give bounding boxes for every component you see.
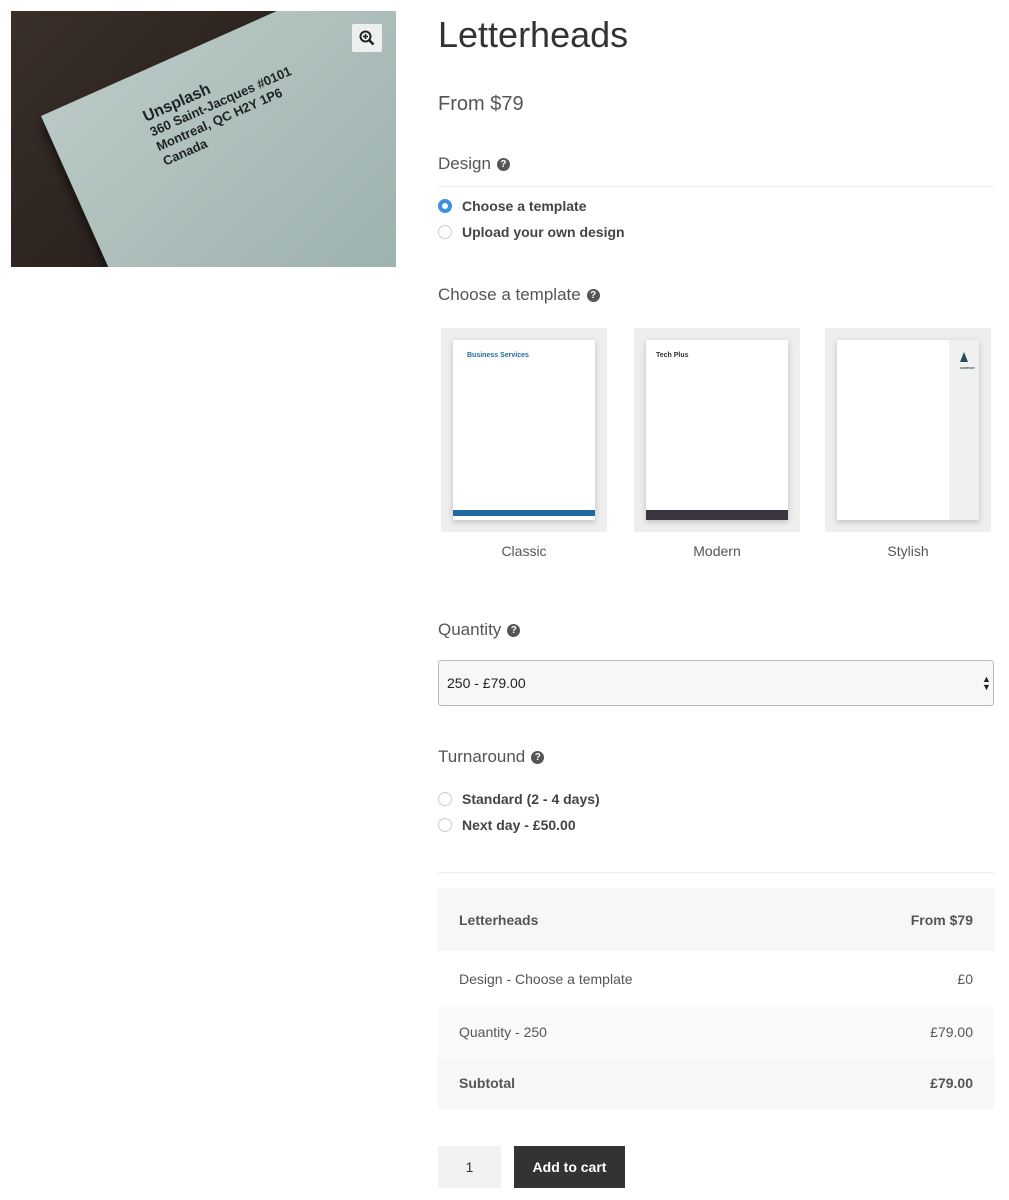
radio[interactable] xyxy=(438,225,452,239)
help-icon[interactable]: ? xyxy=(531,750,545,764)
template-footer-bar xyxy=(646,510,788,520)
radio-checked[interactable] xyxy=(438,199,452,213)
design-label: Design? xyxy=(438,154,510,174)
help-icon[interactable]: ? xyxy=(496,157,510,171)
price-summary: Letterheads From $79 Design - Choose a te… xyxy=(438,888,994,1109)
template-modern[interactable]: Tech Plus xyxy=(634,328,800,532)
template-name[interactable]: Modern xyxy=(634,543,800,559)
summary-row: Letterheads From $79 xyxy=(438,888,994,951)
design-option-upload[interactable]: Upload your own design xyxy=(438,224,625,240)
divider xyxy=(438,186,994,187)
turnaround-option-nextday[interactable]: Next day - £50.00 xyxy=(438,817,576,833)
summary-row: Design - Choose a template £0 xyxy=(459,971,973,987)
template-label: Choose a template? xyxy=(438,285,600,305)
quantity-input[interactable]: 1 xyxy=(438,1146,501,1188)
divider xyxy=(438,872,994,873)
template-stylish[interactable]: COMPANY xyxy=(825,328,991,532)
turnaround-label: Turnaround? xyxy=(438,747,545,767)
template-heading: Business Services xyxy=(467,352,529,359)
template-footer-bar xyxy=(453,510,595,516)
radio[interactable] xyxy=(438,792,452,806)
product-price: From $79 xyxy=(438,93,524,115)
product-image[interactable]: Unsplash 360 Saint-Jacques #0101 Montrea… xyxy=(11,11,396,267)
template-classic[interactable]: Business Services xyxy=(441,328,607,532)
summary-row: Quantity - 250 £79.00 xyxy=(438,1007,994,1057)
template-name[interactable]: Stylish xyxy=(825,543,991,559)
magnify-plus-icon xyxy=(359,30,375,46)
design-option-template[interactable]: Choose a template xyxy=(438,198,586,214)
radio[interactable] xyxy=(438,818,452,832)
help-icon[interactable]: ? xyxy=(507,623,521,637)
turnaround-option-standard[interactable]: Standard (2 - 4 days) xyxy=(438,791,600,807)
logo-icon xyxy=(960,352,968,362)
quantity-select[interactable]: 250 - £79.00 xyxy=(438,660,994,706)
template-name[interactable]: Classic xyxy=(441,543,607,559)
summary-subtotal: Subtotal £79.00 xyxy=(438,1057,994,1109)
zoom-button[interactable] xyxy=(352,24,382,52)
add-to-cart-button[interactable]: Add to cart xyxy=(514,1146,625,1188)
select-arrows-icon: ▲ ▼ xyxy=(982,674,991,692)
template-heading: Tech Plus xyxy=(656,352,689,359)
product-title: Letterheads xyxy=(438,14,629,55)
template-heading: COMPANY xyxy=(959,366,975,370)
help-icon[interactable]: ? xyxy=(586,288,600,302)
quantity-label: Quantity? xyxy=(438,620,521,640)
